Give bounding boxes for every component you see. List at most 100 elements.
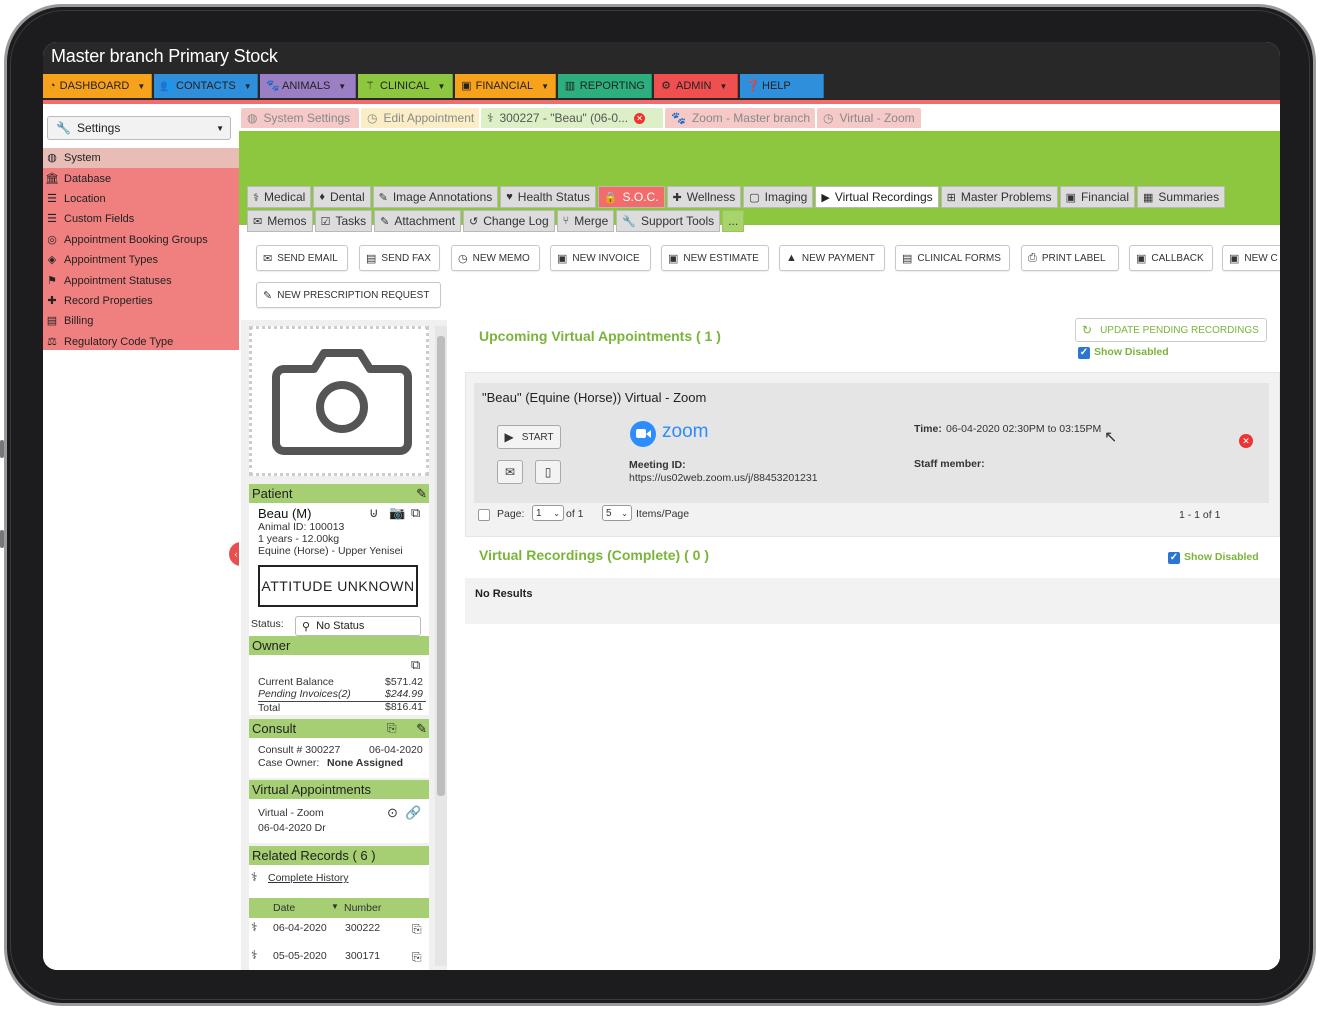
tab-tasks[interactable]: ☑ Tasks <box>314 210 373 232</box>
sidebar-item-appointment-types[interactable]: ◈ Appointment Types <box>43 250 239 270</box>
tab-imaging[interactable]: ▢ Imaging <box>743 186 814 208</box>
external-link-icon[interactable]: ⧉ <box>411 505 420 521</box>
meeting-url[interactable]: https://us02web.zoom.us/j/88453201231 <box>629 472 818 484</box>
settings-select[interactable]: 🔧 Settings ▼ <box>47 116 231 140</box>
scrollbar-thumb[interactable] <box>437 336 445 796</box>
send-fax-button[interactable]: ▤ SEND FAX <box>359 245 440 271</box>
zoom-logo-icon <box>630 421 656 447</box>
nav-financial[interactable]: ▣ FINANCIAL ▼ <box>455 74 556 98</box>
tab-financial[interactable]: ▣ Financial <box>1059 186 1135 208</box>
tab-soc[interactable]: 🔒 S.O.C. <box>597 186 665 208</box>
col-number[interactable]: Number <box>344 902 381 914</box>
sidebar-item-billing[interactable]: ▤ Billing <box>43 311 239 331</box>
tab-edit-appointment[interactable]: ◷ Edit Appointment <box>361 108 479 128</box>
clinical-forms-button[interactable]: ▤ CLINICAL FORMS <box>895 245 1010 271</box>
col-date[interactable]: Date <box>273 902 295 914</box>
related-row-number[interactable]: 300222 <box>345 922 380 934</box>
sidebar-item-location[interactable]: ☰ Location <box>43 189 239 209</box>
sidebar-item-database[interactable]: 🏛 Database <box>43 168 239 188</box>
sort-down-icon[interactable]: ▼ <box>331 902 339 911</box>
tab-wellness[interactable]: ✚ Wellness <box>666 186 742 208</box>
nav-dashboard[interactable]: ◔ DASHBOARD ▼ <box>43 74 152 98</box>
email-button[interactable]: ✉ <box>497 460 523 484</box>
tab-virtual-zoom[interactable]: ◷ Virtual - Zoom <box>817 108 921 128</box>
tab-memos[interactable]: ✉ Memos <box>247 210 313 232</box>
sidebar-item-custom-fields[interactable]: ☰ Custom Fields <box>43 209 239 229</box>
callback-button[interactable]: ▣ CALLBACK <box>1129 245 1213 271</box>
pencil-icon[interactable]: ✎ <box>416 486 427 502</box>
send-email-button[interactable]: ✉ SEND EMAIL <box>256 245 348 271</box>
tab-virtual-recordings[interactable]: ▶ Virtual Recordings <box>815 186 939 208</box>
new-estimate-button[interactable]: ▣ NEW ESTIMATE <box>661 245 769 271</box>
tab-dental[interactable]: ♦ Dental <box>313 186 371 208</box>
status-field[interactable]: ⚲ No Status <box>295 616 421 636</box>
related-row-number[interactable]: 300171 <box>345 950 380 962</box>
nav-reporting[interactable]: ▥ REPORTING <box>558 74 652 98</box>
pending-invoices-label: Pending Invoices(2) <box>258 688 351 700</box>
update-pending-recordings-button[interactable]: ↻ UPDATE PENDING RECORDINGS <box>1075 318 1267 342</box>
show-disabled-toggle[interactable]: ✓ Show Disabled <box>1078 346 1169 359</box>
tab-more[interactable]: ... <box>722 210 745 232</box>
patient-photo[interactable] <box>249 326 429 476</box>
new-more-button[interactable]: ▣ NEW C <box>1222 245 1280 271</box>
pdf-icon[interactable]: ⎘ <box>412 950 422 965</box>
clock-icon: ◷ <box>823 111 834 125</box>
new-memo-button[interactable]: ◷ NEW MEMO <box>451 245 540 271</box>
nav-admin[interactable]: ⚙ ADMIN ▼ <box>654 74 738 98</box>
sidebar-item-record-properties[interactable]: ✚ Record Properties <box>43 291 239 311</box>
magnet-icon[interactable]: ⊍ <box>369 505 379 521</box>
email-icon: ✉ <box>504 465 516 479</box>
chevron-down-icon: ▼ <box>137 81 146 91</box>
pencil-icon[interactable]: ✎ <box>416 721 427 737</box>
external-link-icon[interactable]: ⧉ <box>411 657 420 673</box>
sms-button[interactable]: ▯ <box>535 460 561 484</box>
tab-attachment[interactable]: ✎ Attachment <box>374 210 462 232</box>
link-icon[interactable]: 🔗 <box>405 805 421 821</box>
time-value: 06-04-2020 02:30PM to 03:15PM <box>946 423 1102 435</box>
new-payment-button[interactable]: ▲ NEW PAYMENT <box>779 245 885 271</box>
related-row-date[interactable]: 05-05-2020 <box>273 950 327 962</box>
sidebar-item-booking-groups[interactable]: ◎ Appointment Booking Groups <box>43 230 239 250</box>
tab-support-tools[interactable]: 🔧 Support Tools <box>616 210 721 232</box>
tab-change-log[interactable]: ↺ Change Log <box>463 210 555 232</box>
tab-summaries[interactable]: ▦ Summaries <box>1137 186 1226 208</box>
tab-image-annotations[interactable]: ✎ Image Annotations <box>372 186 499 208</box>
new-prescription-request-button[interactable]: ✎ NEW PRESCRIPTION REQUEST <box>256 282 441 308</box>
items-per-page-select[interactable]: 5 ⌄ <box>602 505 632 521</box>
screen: Master branch Primary Stock ◔ DASHBOARD ▼ … <box>43 42 1280 970</box>
sidebar-item-appointment-statuses[interactable]: ⚑ Appointment Statuses <box>43 270 239 290</box>
species: Equine (Horse) - Upper Yenisei <box>258 545 403 557</box>
nav-help[interactable]: ❓ HELP <box>740 74 824 98</box>
delete-appointment-icon[interactable]: ✕ <box>1239 434 1253 448</box>
tab-health-status[interactable]: ♥ Health Status <box>500 186 596 208</box>
pdf-icon[interactable]: ⎘ <box>387 721 397 736</box>
tab-master-problems[interactable]: ⊞ Master Problems <box>940 186 1058 208</box>
camera-icon[interactable]: 📷 <box>389 505 405 521</box>
wrench-icon: 🔧 <box>56 121 71 135</box>
tab-merge[interactable]: ⑂ Merge <box>556 210 615 232</box>
tab-medical[interactable]: ⚕ Medical <box>247 186 312 208</box>
page-select[interactable]: 1 ⌄ <box>532 505 564 521</box>
print-label-button[interactable]: ⎙ PRINT LABEL <box>1021 245 1119 271</box>
start-button[interactable]: ▶ START <box>497 425 561 449</box>
new-invoice-button[interactable]: ▣ NEW INVOICE <box>550 245 651 271</box>
complete-history-link[interactable]: Complete History <box>268 872 349 884</box>
panel-scrollbar[interactable] <box>435 326 447 966</box>
nav-contacts[interactable]: 👥 CONTACTS ▼ <box>154 74 258 98</box>
tab-consult-beau[interactable]: ⚕ 300227 - "Beau" (06-0... ✕ <box>481 108 663 128</box>
close-icon[interactable]: ✕ <box>634 112 646 124</box>
show-disabled-toggle[interactable]: ✓ Show Disabled <box>1168 551 1259 564</box>
tab-zoom-master-branch[interactable]: 🐾 Zoom - Master branch <box>665 108 815 128</box>
chevron-down-icon: ⌄ <box>621 508 628 518</box>
sidebar-item-regulatory-code-type[interactable]: ⚖ Regulatory Code Type <box>43 332 239 352</box>
sidebar-item-system[interactable]: ◍ System <box>43 148 239 169</box>
nav-clinical[interactable]: ⚚ CLINICAL ▼ <box>358 74 453 98</box>
nav-animals[interactable]: 🐾 ANIMALS ▼ <box>260 74 356 98</box>
pdf-icon[interactable]: ⎘ <box>412 922 422 937</box>
related-row-date[interactable]: 06-04-2020 <box>273 922 327 934</box>
tab-system-settings[interactable]: ◍ System Settings <box>241 108 359 128</box>
time-label: Time: <box>914 423 942 435</box>
virtual-line1[interactable]: Virtual - Zoom <box>258 807 324 819</box>
play-icon[interactable]: ⊙ <box>387 805 398 821</box>
checkbox-icon[interactable] <box>478 509 490 521</box>
